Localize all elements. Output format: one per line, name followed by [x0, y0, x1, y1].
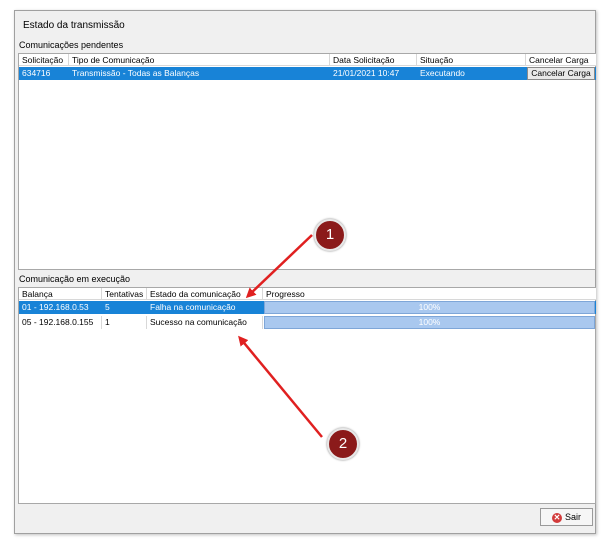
annotation-arrows	[238, 234, 323, 438]
callout-badge-1: 1	[314, 219, 346, 251]
callout-badge-2: 2	[327, 428, 359, 460]
arrow-2	[238, 335, 323, 438]
arrow-1	[245, 234, 313, 299]
